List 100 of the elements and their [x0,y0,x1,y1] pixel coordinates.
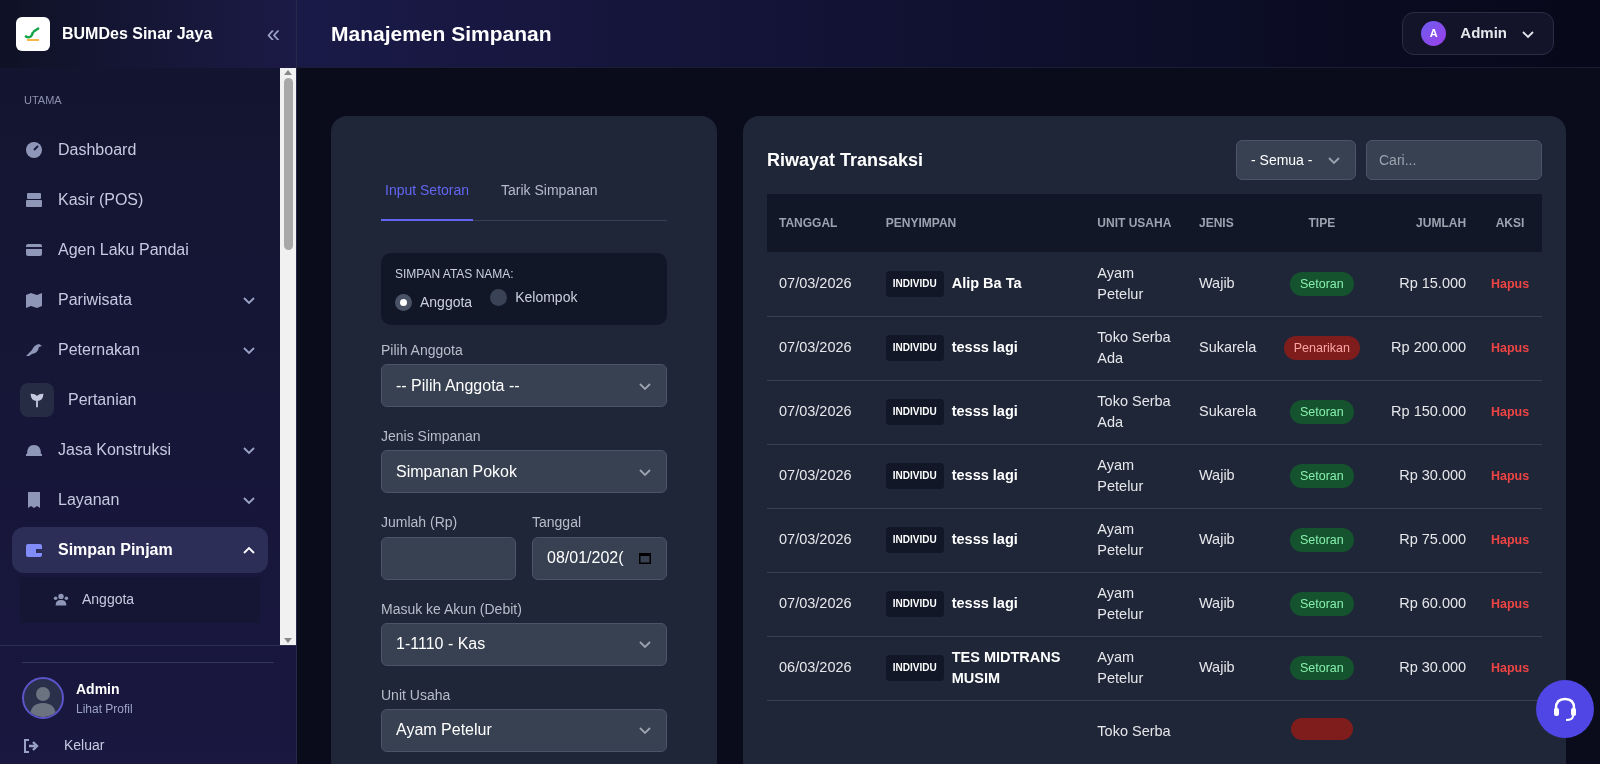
unit-text: Ayam Petelur [1097,585,1144,622]
column-header: JUMLAH [1373,194,1479,252]
status-pill: Setoran [1289,591,1354,617]
type-tag: INDIVIDU [885,462,944,490]
radio-option[interactable]: Kelompok [490,287,578,308]
depositor-name: tesss lagi [951,466,1018,486]
type-tag: INDIVIDU [885,334,944,362]
headset-icon [1551,695,1579,723]
unit-text: Toko Serba Ada [1097,329,1171,366]
column-header: TIPE [1270,194,1374,252]
delete-link[interactable]: Hapus [1490,275,1530,294]
delete-link[interactable]: Hapus [1490,339,1530,358]
arrow-down-icon[interactable] [283,637,293,645]
section-title: Riwayat Transaksi [767,148,925,172]
depositor-name: TES MIDTRANS MUSIM [951,648,1062,688]
filter-select[interactable]: - Semua - [1236,140,1356,180]
brand-name: BUMDes Sinar Jaya [62,24,214,44]
unit-text: Ayam Petelur [1097,264,1144,302]
arrow-up-icon[interactable] [283,68,293,76]
select-field[interactable]: 1-1110 - Kas [381,622,667,666]
column-header: TANGGAL [767,194,874,252]
sidebar-item[interactable]: Kasir (POS) [12,176,268,223]
type-tag: INDIVIDU [885,398,944,426]
sidebar-item[interactable]: Pertanian [12,376,268,423]
field-label: Jenis Simpanan [381,427,482,446]
delete-link[interactable]: Hapus [1490,595,1530,614]
type-tag: INDIVIDU [885,590,944,618]
logout-icon [22,737,40,754]
date-text: 07/03/2026 [779,467,852,484]
select-field[interactable]: Simpanan Pokok [381,450,667,494]
scrollbar[interactable] [280,68,296,645]
section-heading: UTAMA [23,93,63,108]
tab[interactable]: Tarik Simpanan [497,170,602,221]
depositor-name: tesss lagi [951,530,1018,550]
savings-type: Wajib [1198,595,1235,612]
field-label: Unit Usaha [381,685,452,704]
amount-text: Rp 15.000 [1399,275,1467,292]
sidebar-item[interactable]: Dashboard [12,126,268,173]
sidebar-item[interactable]: Jasa Konstruksi [12,426,268,473]
date-text: 07/03/2026 [779,339,852,356]
amount-text: Rp 150.000 [1391,403,1467,420]
page-title: Manajemen Simpanan [331,20,552,47]
date-text: 07/03/2026 [779,275,852,292]
unit-text: Ayam Petelur [1097,649,1144,686]
status-pill: Setoran [1289,399,1354,425]
select-field[interactable]: Ayam Petelur [381,708,667,752]
radio-option[interactable]: Anggota [395,292,473,313]
radio-circle[interactable] [490,289,508,306]
scroll-thumb[interactable] [283,78,293,250]
date-text: 07/03/2026 [779,403,852,420]
user-menu-button[interactable]: A Admin [1402,12,1554,55]
date-field[interactable]: 08/01/202( [532,536,667,580]
unit-text: Toko Serba [1097,723,1171,740]
radio-circle[interactable] [395,294,412,311]
savings-type: Sukarela [1198,339,1257,356]
amount-text: Rp 60.000 [1399,595,1467,612]
status-pill: Setoran [1289,655,1354,681]
savings-type: Wajib [1198,467,1235,484]
status-pill: Setoran [1289,271,1354,296]
gauge-icon [24,139,44,160]
column-header: AKSI [1478,194,1542,252]
logout-button[interactable]: Keluar [22,735,105,756]
input-field[interactable] [381,536,516,580]
delete-link[interactable]: Hapus [1490,659,1530,678]
sidebar-item[interactable]: Agen Laku Pandai [12,226,268,273]
depositor-name: tesss lagi [951,402,1018,422]
field-label: Tanggal [532,513,583,532]
avatar-icon [22,677,64,719]
search-field[interactable]: Cari... [1366,140,1542,180]
unit-text: Ayam Petelur [1097,521,1144,558]
amount-text: Rp 30.000 [1399,467,1467,484]
sidebar-item[interactable]: Layanan [12,476,268,523]
profile-link[interactable]: Lihat Profil [76,699,133,718]
status-pill [1290,718,1353,740]
select-field[interactable]: -- Pilih Anggota -- [381,364,667,408]
field-label: Pilih Anggota [381,341,464,360]
depositor-name: tesss lagi [951,338,1018,358]
sidebar-item[interactable]: Pariwisata [12,276,268,323]
sidebar-item[interactable]: Simpan Pinjam [12,526,268,573]
field-label: Jumlah (Rp) [381,513,459,532]
calendar-icon [638,551,652,566]
date-text: 07/03/2026 [779,595,852,612]
logo-icon [16,17,50,51]
unit-text: Toko Serba Ada [1097,393,1171,430]
delete-link[interactable]: Hapus [1490,531,1530,550]
collapse-button[interactable]: « [266,22,280,46]
savings-type: Sukarela [1198,403,1257,420]
amount-text: Rp 200.000 [1391,339,1467,356]
delete-link[interactable]: Hapus [1490,467,1530,486]
date-text: 07/03/2026 [779,531,852,548]
status-pill: Setoran [1289,527,1354,553]
user-name: Admin [76,679,121,699]
submenu-item[interactable]: Anggota [20,576,260,623]
savings-type: Wajib [1198,659,1235,676]
sidebar-item[interactable]: Peternakan [12,326,268,373]
delete-link[interactable]: Hapus [1490,403,1530,422]
type-tag: INDIVIDU [885,270,944,297]
field-label: Masuk ke Akun (Debit) [381,599,523,618]
depositor-name: Alip Ba Ta [951,274,1022,294]
status-pill: Setoran [1289,463,1354,489]
